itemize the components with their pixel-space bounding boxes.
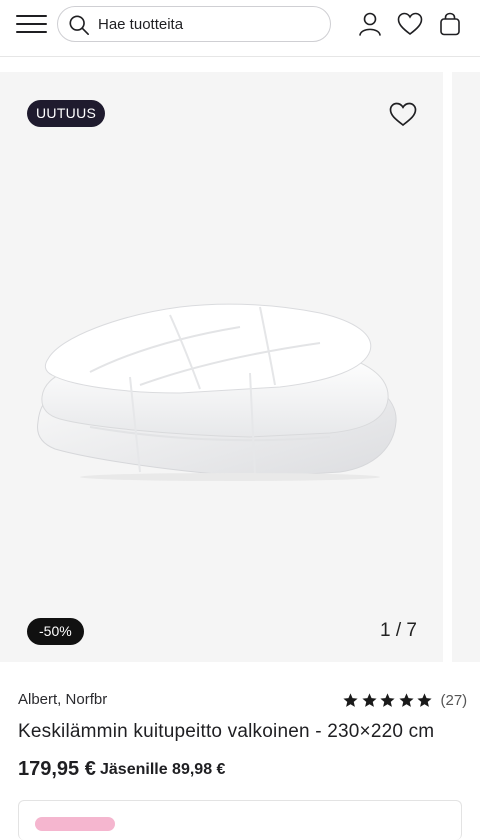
product-price: 179,95 € [18,758,96,780]
member-price: Jäsenille 89,98 € [100,761,226,778]
product-title: Keskilämmin kuitupeitto valkoinen - 230×… [18,721,435,742]
star-icon [398,692,414,707]
search-icon [69,15,89,35]
top-header [0,0,480,57]
new-badge: UUTUUS [27,100,106,127]
star-icon [417,692,432,707]
heart-icon[interactable] [396,10,424,38]
search-box[interactable] [57,6,331,42]
product-image-gallery[interactable]: UUTUUS -50% 1 / 7 [0,72,443,662]
rating-stars[interactable]: (27) [342,690,467,710]
promo-card [18,800,462,840]
shopping-bag-icon[interactable] [436,10,464,38]
duvet-product-image [37,303,397,481]
product-brand: Albert, Norfbr [18,691,108,708]
discount-badge: -50% [27,618,84,645]
review-count: (27) [440,691,468,709]
star-icon [343,692,358,707]
menu-icon[interactable] [14,11,50,37]
add-to-wishlist-heart-icon[interactable] [388,100,418,128]
star-icon [361,692,377,707]
search-input[interactable] [98,7,318,41]
user-icon[interactable] [356,10,384,38]
image-counter: 1 / 7 [380,620,417,641]
next-image-preview[interactable] [452,72,480,662]
star-icon [380,692,395,707]
promo-pill [35,817,115,831]
